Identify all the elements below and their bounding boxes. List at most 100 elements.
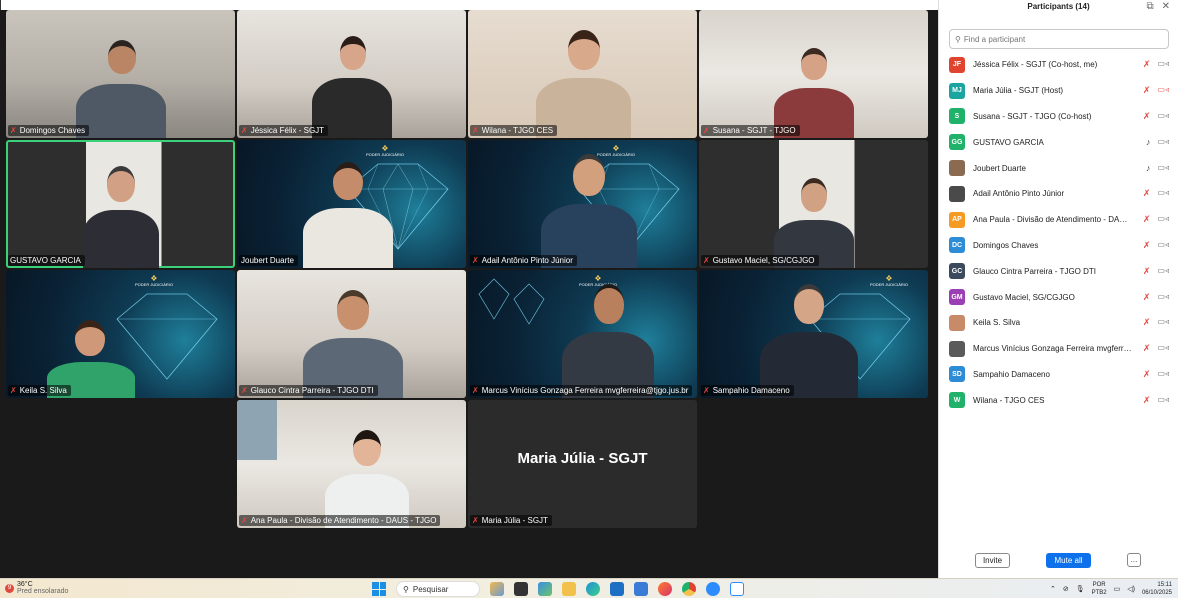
close-icon[interactable]: ✕ [1162,1,1170,12]
participant-row[interactable]: DC Domingos Chaves ✗ ▭◃ [949,233,1175,259]
participant-row[interactable]: MJ Maria Júlia - SGJT (Host) ✗ ▭◃ [949,78,1175,104]
more-options-button[interactable]: ... [1127,553,1141,567]
camera-icon[interactable]: ▭◃ [1157,111,1169,122]
taskbar-apps: ⚲ Pesquisar [372,581,744,597]
participant-row[interactable]: Joubert Duarte ♪ ▭◃ [949,155,1175,181]
mic-off-icon: ✗ [241,126,248,135]
participant-status-icons: ✗ ▭◃ [1143,317,1169,328]
participant-video [302,290,403,398]
participant-row[interactable]: AP Ana Paula - Divisão de Atendimento - D… [949,207,1175,233]
task-view-icon[interactable] [514,582,528,596]
weather-widget[interactable]: 9 36°C Pred ensolarado [5,581,68,595]
search-icon: ⚲ [403,584,409,594]
language-indicator[interactable]: POR PTB2 [1092,581,1107,597]
mic-off-icon[interactable]: ✗ [1143,317,1151,328]
participant-display-name: Maria Júlia - SGJT [517,450,648,467]
zoom-icon[interactable] [706,582,720,596]
teams-icon[interactable] [538,582,552,596]
clock[interactable]: 15:11 06/10/2025 [1142,581,1172,597]
widgets-icon[interactable] [490,582,504,596]
camera-icon[interactable]: ▭◃ [1157,59,1169,70]
popout-icon[interactable]: ⧉ [1146,1,1153,12]
video-tile[interactable]: ✗ Jéssica Félix - SGJT [237,10,466,138]
video-tile[interactable]: ❖ PODER JUDICIÁRIO ✗ Marcus Vinícius Gonza… [468,270,697,398]
video-tile[interactable]: ❖ PODER JUDICIÁRIO ✗ Adail Antônio Pinto J… [468,140,697,268]
document-icon[interactable] [730,582,744,596]
mic-off-icon[interactable]: ✗ [1143,343,1151,354]
mic-off-icon[interactable]: ✗ [1143,85,1151,96]
camera-off-icon[interactable]: ▭◃ [1157,85,1169,96]
windows-start-icon[interactable] [372,582,386,596]
weather-text: 36°C Pred ensolarado [17,581,68,595]
mic-off-icon[interactable]: ✗ [1143,395,1151,406]
participant-status-icons: ✗ ▭◃ [1143,111,1169,122]
taskbar-search[interactable]: ⚲ Pesquisar [396,581,480,597]
mic-off-icon[interactable]: ✗ [1143,292,1151,303]
outlook-icon[interactable] [634,582,648,596]
mic-off-icon[interactable]: ✗ [1143,369,1151,380]
camera-icon[interactable]: ▭◃ [1157,266,1169,277]
participant-row[interactable]: S Susana - SGJT - TJGO (Co-host) ✗ ▭◃ [949,104,1175,130]
video-tile-active-speaker[interactable]: GUSTAVO GARCIA [6,140,235,268]
avatar [949,185,965,202]
mic-off-icon[interactable]: ✗ [1143,111,1151,122]
camera-icon[interactable]: ▭◃ [1157,137,1169,147]
participant-video [760,284,858,398]
camera-icon[interactable]: ▭◃ [1157,188,1169,199]
network-icon[interactable]: ⊘ [1063,585,1069,593]
camera-icon[interactable]: ▭◃ [1157,343,1169,354]
camera-icon[interactable]: ▭◃ [1157,317,1169,328]
participant-search[interactable]: ⚲ [949,29,1169,49]
chevron-up-icon[interactable]: ⌃ [1050,585,1056,593]
display-icon[interactable]: ▭ [1114,585,1121,593]
camera-icon[interactable]: ▭◃ [1157,369,1169,380]
video-tile[interactable]: ✗ Susana - SGJT - TJGO [699,10,928,138]
participant-row[interactable]: Marcus Vinícius Gonzaga Ferreira mvgferr… [949,336,1175,362]
mic-off-icon[interactable]: ✗ [1143,240,1151,251]
participant-status-icons: ✗ ▭◃ [1143,188,1169,199]
camera-icon[interactable]: ▭◃ [1157,395,1169,406]
participant-name: Adail Antônio Pinto Júnior [973,189,1065,199]
participant-row[interactable]: GG GUSTAVO GARCIA ♪ ▭◃ [949,129,1175,155]
mic-off-icon[interactable]: ✗ [1143,59,1151,70]
video-tile[interactable]: ❖ PODER JUDICIÁRIO Joubert Duarte [237,140,466,268]
participant-row[interactable]: GC Glauco Cintra Parreira - TJGO DTI ✗ ▭◃ [949,258,1175,284]
mic-off-icon[interactable]: ✗ [1143,188,1151,199]
camera-icon[interactable]: ▭◃ [1157,214,1169,225]
video-tile[interactable]: ✗ Domingos Chaves [6,10,235,138]
participant-row[interactable]: Adail Antônio Pinto Júnior ✗ ▭◃ [949,181,1175,207]
camera-icon[interactable]: ▭◃ [1157,240,1169,251]
microphone-icon[interactable]: 🎙 [1076,585,1085,593]
participant-row[interactable]: JF Jéssica Félix - SGJT (Co-host, me) ✗ ▭◃ [949,52,1175,78]
camera-icon[interactable]: ▭◃ [1157,163,1169,173]
mic-on-icon[interactable]: ♪ [1146,137,1151,147]
participant-status-icons: ✗ ▭◃ [1143,240,1169,251]
store-icon[interactable] [610,582,624,596]
participant-status-icons: ✗ ▭◃ [1143,292,1169,303]
participant-row[interactable]: Keila S. Silva ✗ ▭◃ [949,310,1175,336]
video-tile-camera-off[interactable]: Maria Júlia - SGJT ✗ Maria Júlia - SGJT [468,400,697,528]
video-tile[interactable]: ✗ Wilana - TJGO CES [468,10,697,138]
file-explorer-icon[interactable] [562,582,576,596]
participant-row[interactable]: SD Sampahio Damaceno ✗ ▭◃ [949,362,1175,388]
video-tile[interactable]: ✗ Glauco Cintra Parreira - TJGO DTI [237,270,466,398]
search-input[interactable] [963,34,1154,44]
video-tile[interactable]: ❖ PODER JUDICIÁRIO ✗ Keila S. Silva [6,270,235,398]
firefox-icon[interactable] [658,582,672,596]
video-tile[interactable]: ❖ PODER JUDICIÁRIO ✗ Sampahio Damaceno [699,270,928,398]
volume-icon[interactable]: ◁) [1127,585,1135,593]
video-gallery: ✗ Domingos Chaves ✗ Jéssica Félix - SGJT ✗… [0,10,938,575]
chrome-icon[interactable] [682,582,696,596]
invite-button[interactable]: Invite [975,553,1010,568]
mic-on-icon[interactable]: ♪ [1146,163,1151,173]
participant-row[interactable]: GM Gustavo Maciel, SG/CGJGO ✗ ▭◃ [949,284,1175,310]
tile-name-label: ✗ Wilana - TJGO CES [470,125,558,136]
video-tile[interactable]: ✗ Gustavo Maciel, SG/CGJGO [699,140,928,268]
mute-all-button[interactable]: Mute all [1046,553,1091,568]
participant-row[interactable]: W Wilana - TJGO CES ✗ ▭◃ [949,387,1175,413]
mic-off-icon[interactable]: ✗ [1143,214,1151,225]
mic-off-icon[interactable]: ✗ [1143,266,1151,277]
video-tile[interactable]: ✗ Ana Paula - Divisão de Atendimento - DA… [237,400,466,528]
camera-icon[interactable]: ▭◃ [1157,292,1169,303]
edge-icon[interactable] [586,582,600,596]
